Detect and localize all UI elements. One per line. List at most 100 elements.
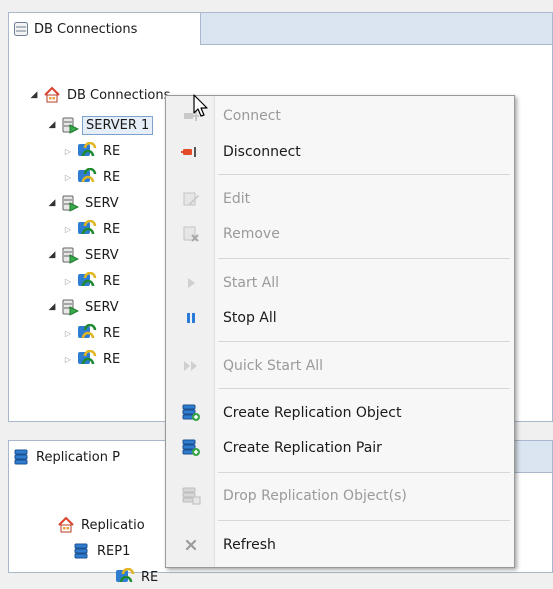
disconnect-icon bbox=[166, 144, 215, 160]
replication-pairs-tab-icon bbox=[14, 449, 28, 465]
tab-db-connections[interactable]: DB Connections bbox=[9, 13, 201, 45]
tree-node-label: RE bbox=[103, 351, 121, 367]
server-icon bbox=[62, 247, 79, 264]
tree-node-label: SERV bbox=[85, 299, 119, 315]
server-icon bbox=[62, 195, 79, 212]
tree-node-rep1-label: REP1 bbox=[97, 543, 131, 559]
menu-item-start-all[interactable]: Start All bbox=[166, 267, 514, 299]
expand-arrow-icon[interactable]: ◢ bbox=[29, 90, 39, 100]
tree-node-server-1[interactable]: ◢ SERVER 1 bbox=[47, 113, 154, 137]
tree-node-replication[interactable]: ▷ RE bbox=[63, 217, 120, 241]
tree-node-server[interactable]: ◢ SERV bbox=[47, 295, 119, 319]
menu-item-create-replication-pair-label: Create Replication Pair bbox=[223, 440, 382, 456]
expand-arrow-icon[interactable]: ◢ bbox=[47, 250, 57, 260]
menu-separator bbox=[218, 388, 510, 389]
replication-icon bbox=[78, 168, 97, 183]
menu-item-connect-label: Connect bbox=[223, 108, 281, 124]
db-connections-tabbar: DB Connections bbox=[9, 13, 552, 45]
replication-icon bbox=[78, 272, 97, 287]
menu-separator bbox=[218, 174, 510, 175]
db-connections-tab-icon bbox=[14, 22, 28, 36]
tab-db-connections-label: DB Connections bbox=[34, 21, 138, 37]
menu-item-disconnect[interactable]: Disconnect bbox=[166, 136, 514, 168]
tree-node-replication[interactable]: ▷ RE bbox=[63, 347, 120, 371]
create-replication-pair-icon bbox=[166, 439, 215, 457]
server-icon bbox=[62, 117, 79, 134]
replication-pairs-icon bbox=[74, 543, 88, 559]
tree-node-db-connections-label: DB Connections bbox=[67, 87, 171, 103]
tree-node-label: RE bbox=[103, 169, 121, 185]
tree-node-label: RE bbox=[103, 325, 121, 341]
menu-separator bbox=[218, 520, 510, 521]
tree-node-server[interactable]: ◢ SERV bbox=[47, 191, 119, 215]
tree-node-server[interactable]: ◢ SERV bbox=[47, 243, 119, 267]
drop-replication-object-icon bbox=[166, 487, 215, 505]
tree-node-label: SERV bbox=[85, 195, 119, 211]
replication-icon bbox=[116, 568, 135, 583]
collapse-arrow-icon[interactable]: ▷ bbox=[63, 354, 73, 364]
menu-item-quick-start-all[interactable]: Quick Start All bbox=[166, 350, 514, 382]
tab-replication-pairs[interactable]: Replication P bbox=[9, 441, 169, 473]
menu-separator bbox=[218, 258, 510, 259]
collapse-arrow-icon[interactable]: ▷ bbox=[63, 276, 73, 286]
tree-node-rep1[interactable]: REP1 bbox=[73, 539, 130, 563]
tab-replication-pairs-label: Replication P bbox=[36, 449, 120, 465]
tree-node-replication[interactable]: RE bbox=[115, 565, 158, 589]
menu-item-stop-all[interactable]: Stop All bbox=[166, 302, 514, 334]
create-replication-object-icon bbox=[166, 404, 215, 422]
home-icon bbox=[58, 516, 74, 533]
replication-icon bbox=[78, 324, 97, 339]
quick-start-icon bbox=[166, 359, 215, 373]
tree-node-label: RE bbox=[103, 143, 121, 159]
expand-arrow-icon[interactable]: ◢ bbox=[47, 302, 57, 312]
tree-node-label: RE bbox=[141, 569, 159, 585]
menu-item-edit[interactable]: Edit bbox=[166, 183, 514, 215]
collapse-arrow-icon[interactable]: ▷ bbox=[63, 224, 73, 234]
menu-item-create-replication-pair[interactable]: Create Replication Pair bbox=[166, 432, 514, 464]
home-icon bbox=[44, 86, 60, 103]
tree-node-label: SERV bbox=[85, 247, 119, 263]
collapse-arrow-icon[interactable]: ▷ bbox=[63, 328, 73, 338]
expand-arrow-icon[interactable]: ◢ bbox=[47, 120, 57, 130]
replication-icon bbox=[78, 220, 97, 235]
menu-separator bbox=[218, 472, 510, 473]
tree-node-replication[interactable]: ▷ RE bbox=[63, 321, 120, 345]
tree-node-replication-root[interactable]: Replicatio bbox=[57, 513, 145, 537]
expand-arrow-icon[interactable]: ◢ bbox=[47, 198, 57, 208]
menu-item-drop-replication-object[interactable]: Drop Replication Object(s) bbox=[166, 480, 514, 512]
tree-node-replication[interactable]: ▷ RE bbox=[63, 139, 120, 163]
context-menu: Connect Disconnect Edit Remove Start All… bbox=[165, 95, 515, 568]
menu-item-remove[interactable]: Remove bbox=[166, 218, 514, 250]
remove-icon bbox=[166, 225, 215, 243]
menu-item-create-replication-object-label: Create Replication Object bbox=[223, 405, 402, 421]
menu-item-create-replication-object[interactable]: Create Replication Object bbox=[166, 397, 514, 429]
menu-item-drop-replication-object-label: Drop Replication Object(s) bbox=[223, 488, 407, 504]
menu-item-stop-all-label: Stop All bbox=[223, 310, 277, 326]
tree-node-label: RE bbox=[103, 273, 121, 289]
menu-item-edit-label: Edit bbox=[223, 191, 251, 207]
tree-node-db-connections[interactable]: ◢ DB Connections bbox=[29, 83, 170, 107]
collapse-arrow-icon[interactable]: ▷ bbox=[63, 146, 73, 156]
menu-item-remove-label: Remove bbox=[223, 226, 280, 242]
edit-icon bbox=[166, 190, 215, 208]
menu-item-start-all-label: Start All bbox=[223, 275, 280, 291]
tree-node-server-1-label: SERVER 1 bbox=[82, 115, 154, 135]
mouse-pointer-icon bbox=[193, 94, 208, 117]
refresh-icon bbox=[166, 538, 215, 552]
menu-separator bbox=[218, 341, 510, 342]
tree-node-replication[interactable]: ▷ RE bbox=[63, 165, 120, 189]
menu-item-refresh[interactable]: Refresh bbox=[166, 529, 514, 561]
tree-node-replication[interactable]: ▷ RE bbox=[63, 269, 120, 293]
start-all-icon bbox=[166, 276, 215, 290]
tree-node-replication-root-label: Replicatio bbox=[81, 517, 145, 533]
menu-item-disconnect-label: Disconnect bbox=[223, 144, 301, 160]
server-icon bbox=[62, 299, 79, 316]
collapse-arrow-icon[interactable]: ▷ bbox=[63, 172, 73, 182]
tree-node-label: RE bbox=[103, 221, 121, 237]
replication-icon bbox=[78, 350, 97, 365]
replication-icon bbox=[78, 142, 97, 157]
menu-item-connect[interactable]: Connect bbox=[166, 100, 514, 132]
menu-item-quick-start-all-label: Quick Start All bbox=[223, 358, 324, 374]
menu-item-refresh-label: Refresh bbox=[223, 537, 276, 553]
stop-all-icon bbox=[166, 311, 215, 325]
